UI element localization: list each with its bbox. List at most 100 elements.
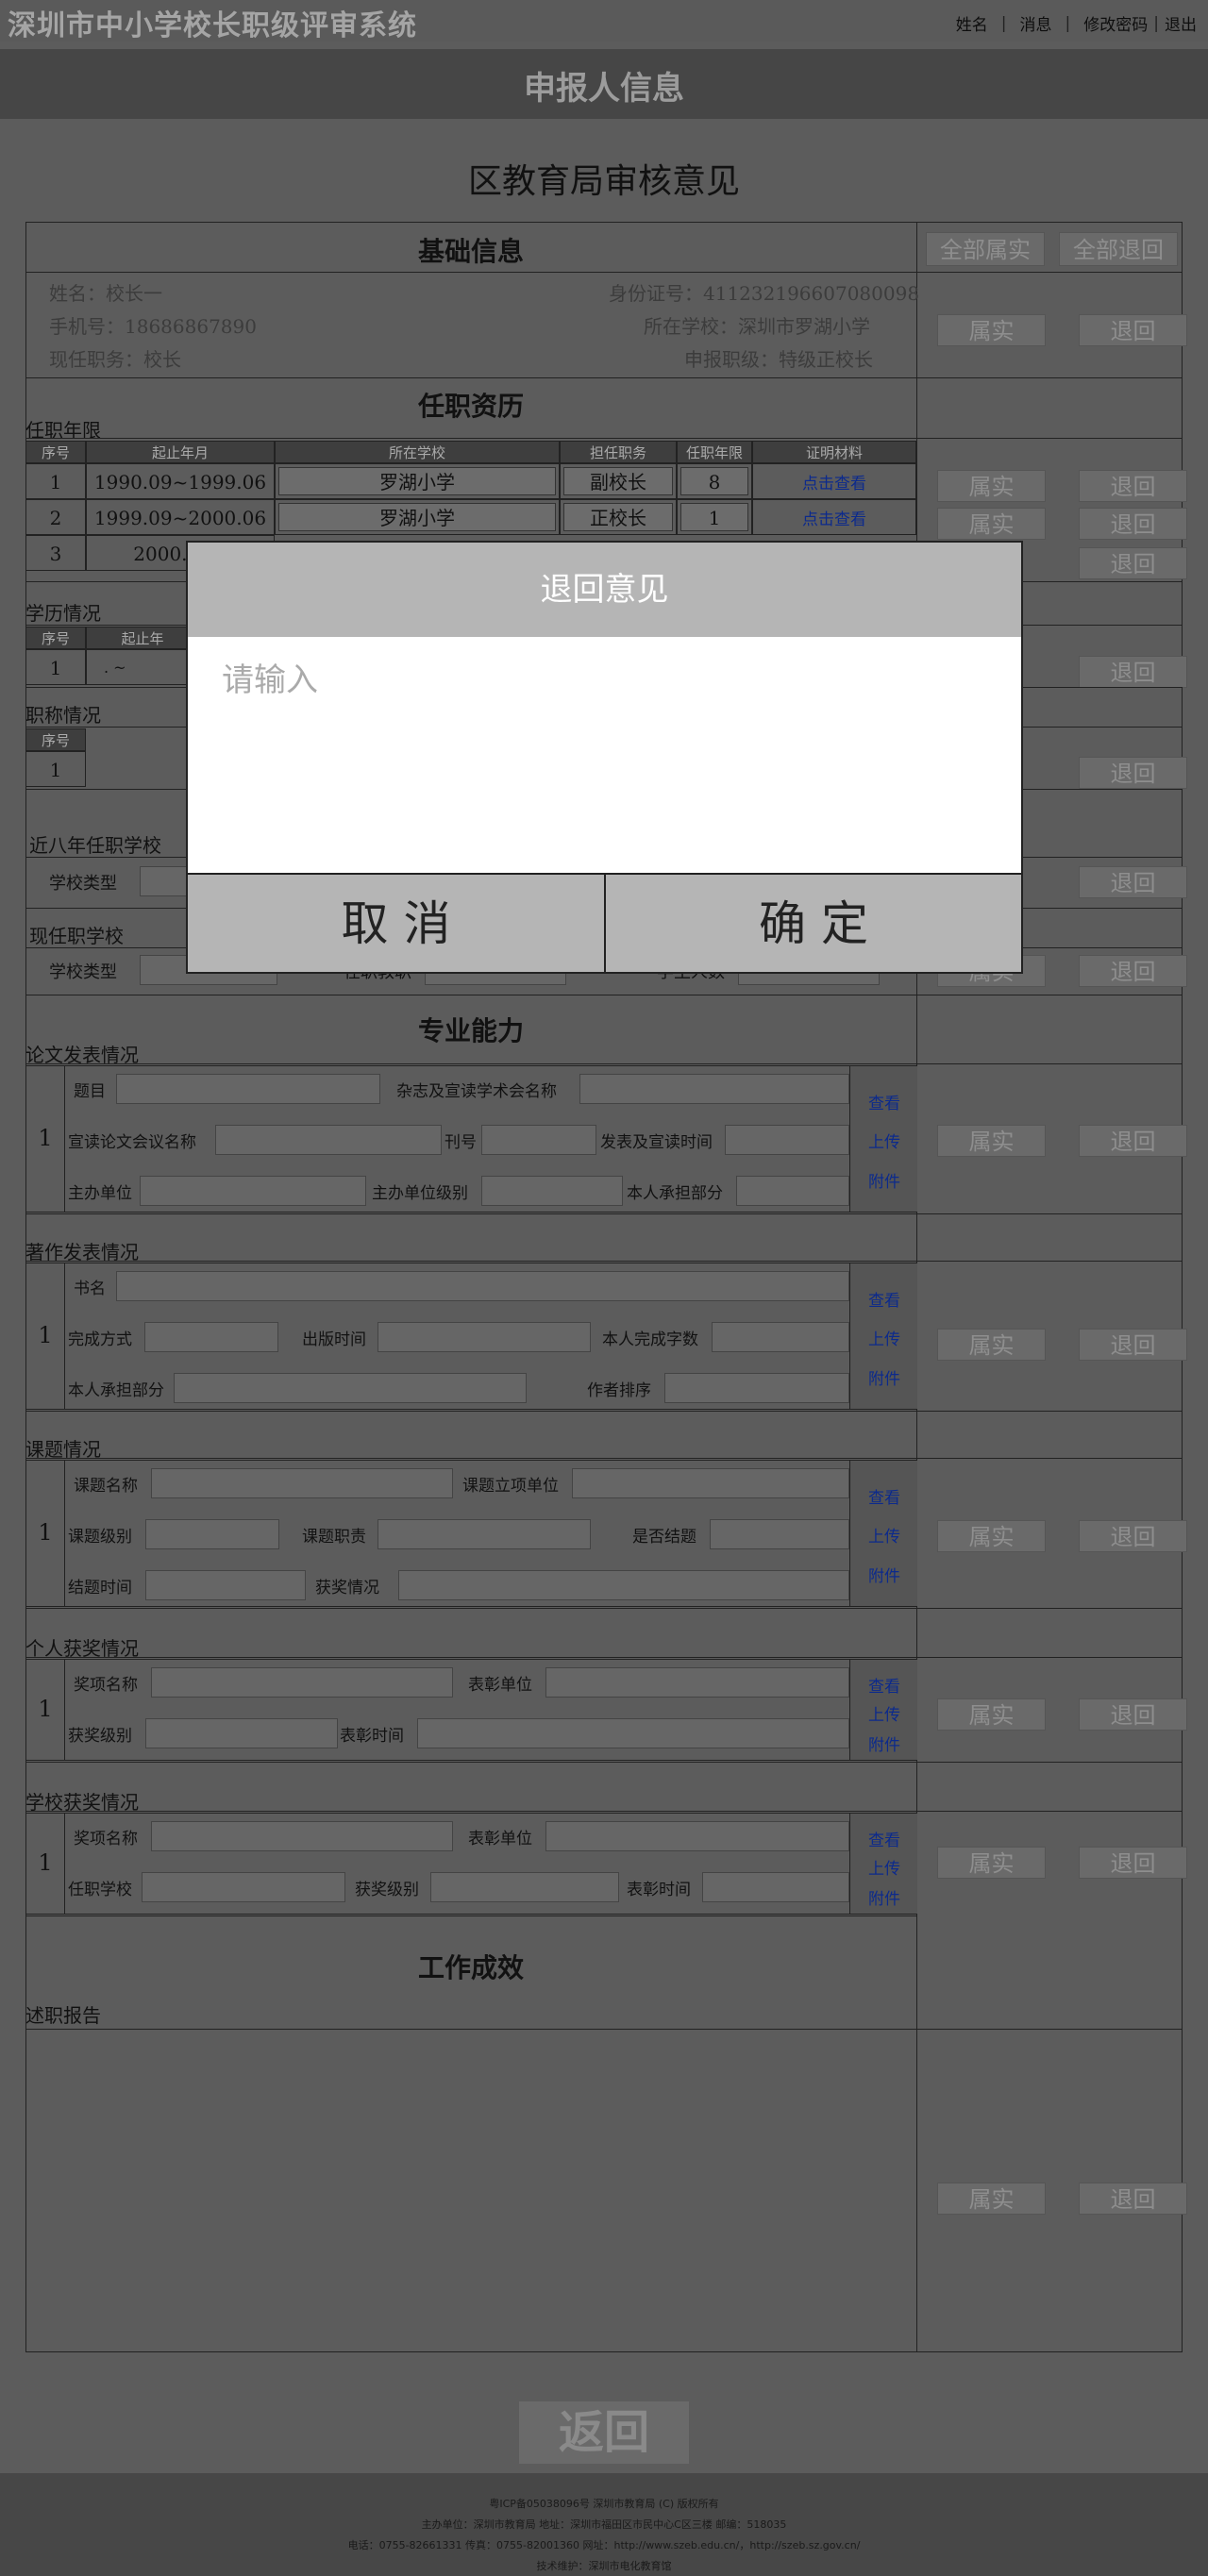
return-button[interactable]: 退回 <box>1079 1125 1187 1157</box>
book-mode-field[interactable] <box>144 1322 278 1352</box>
confirm-button[interactable]: 属实 <box>937 508 1046 540</box>
award-name-field[interactable] <box>151 1821 453 1851</box>
confirm-button[interactable]: 属实 <box>937 1520 1046 1552</box>
return-button[interactable]: 退回 <box>1079 314 1187 346</box>
return-button[interactable]: 退回 <box>1079 547 1187 579</box>
eight-years-subtitle: 近八年任职学校 <box>29 834 161 857</box>
all-return-button[interactable]: 全部退回 <box>1059 232 1178 266</box>
divider <box>64 1660 65 1760</box>
topic-unit-field[interactable] <box>572 1468 849 1498</box>
view-proof-link[interactable]: 点击查看 <box>802 475 866 493</box>
attach-link[interactable]: 附件 <box>850 1885 918 1909</box>
upload-link[interactable]: 上传 <box>850 1523 918 1547</box>
topic-role-field[interactable] <box>378 1519 591 1549</box>
topic-level-field[interactable] <box>145 1519 279 1549</box>
topic-block: 1 课题名称 课题立项单位 课题级别 课题职责 是否结题 结题时间 获奖情况 查… <box>25 1460 918 1607</box>
row-school-value: 罗湖小学 <box>278 467 556 495</box>
cancel-button[interactable]: 取 消 <box>188 875 604 974</box>
award-level-field[interactable] <box>430 1872 619 1902</box>
attach-link[interactable]: 附件 <box>850 1563 918 1586</box>
award-time-field[interactable] <box>702 1872 849 1902</box>
book-part-field[interactable] <box>174 1373 527 1403</box>
confirm-button[interactable]: 属实 <box>937 2183 1046 2215</box>
topic-end-field[interactable] <box>145 1570 306 1600</box>
personal-award-no: 1 <box>38 1696 53 1722</box>
award-unit-field[interactable] <box>545 1821 849 1851</box>
view-link[interactable]: 查看 <box>850 1287 918 1311</box>
row-proof: 点击查看 <box>752 463 916 499</box>
return-button[interactable]: 退回 <box>1079 757 1187 789</box>
view-proof-link[interactable]: 点击查看 <box>802 510 866 529</box>
divider <box>25 377 1183 378</box>
footer-contact: 电话：0755-82661331 传真：0755-82001360 网址：htt… <box>347 2539 861 2551</box>
confirm-button[interactable]: 属实 <box>937 1125 1046 1157</box>
paper-title-field[interactable] <box>116 1074 380 1104</box>
paper-conf-field[interactable] <box>215 1125 442 1155</box>
nav-logout[interactable]: 退出 <box>1165 11 1197 35</box>
back-button[interactable]: 返回 <box>519 2401 689 2464</box>
th-role: 担任职务 <box>560 441 677 463</box>
footer-address: 主办单位：深圳市教育局 地址：深圳市福田区市民中心C区三楼 邮编：518035 <box>421 2518 787 2531</box>
nav-change-password[interactable]: 修改密码 <box>1083 11 1148 35</box>
book-words-field[interactable] <box>712 1322 849 1352</box>
nav-messages[interactable]: 消息 <box>1020 11 1052 35</box>
attach-link[interactable]: 附件 <box>850 1731 918 1755</box>
all-confirm-button[interactable]: 全部属实 <box>926 232 1045 266</box>
confirm-button[interactable]: 属实 <box>937 470 1046 502</box>
topic-done-field[interactable] <box>710 1519 849 1549</box>
award-time-field[interactable] <box>417 1718 849 1748</box>
school-award-no: 1 <box>38 1849 53 1876</box>
paper-issue-field[interactable] <box>481 1125 596 1155</box>
divider <box>25 1213 1183 1214</box>
confirm-button[interactable]: 属实 <box>937 1847 1046 1879</box>
view-link[interactable]: 查看 <box>850 1827 918 1850</box>
award-level-field[interactable] <box>145 1718 338 1748</box>
th-period: 起止年月 <box>86 441 275 463</box>
paper-part-field[interactable] <box>736 1176 849 1206</box>
paper-mag-field[interactable] <box>579 1074 849 1104</box>
view-link[interactable]: 查看 <box>850 1673 918 1697</box>
award-school-field[interactable] <box>142 1872 345 1902</box>
confirm-button[interactable]: 属实 <box>937 1698 1046 1731</box>
opinion-input[interactable] <box>188 637 1021 873</box>
award-name-field[interactable] <box>151 1667 453 1698</box>
book-pub-field[interactable] <box>378 1322 591 1352</box>
row-period: 1999.09~2000.06 <box>86 499 275 535</box>
return-button[interactable]: 退回 <box>1079 955 1187 987</box>
ok-button[interactable]: 确 定 <box>606 875 1021 974</box>
return-button[interactable]: 退回 <box>1079 470 1187 502</box>
upload-link[interactable]: 上传 <box>850 1129 918 1152</box>
return-button[interactable]: 退回 <box>1079 1847 1187 1879</box>
nav-username[interactable]: 姓名 <box>956 11 988 35</box>
paper-time-field[interactable] <box>725 1125 849 1155</box>
confirm-button[interactable]: 属实 <box>937 1329 1046 1361</box>
row-years-value: 1 <box>680 503 748 531</box>
section-header-title: 申报人信息 <box>524 70 684 108</box>
paper-part-label: 本人承担部分 <box>627 1184 723 1203</box>
award-unit-field[interactable] <box>545 1667 849 1698</box>
book-name-field[interactable] <box>116 1271 849 1301</box>
view-link[interactable]: 查看 <box>850 1484 918 1508</box>
paper-org-field[interactable] <box>140 1176 366 1206</box>
book-rank-field[interactable] <box>664 1373 849 1403</box>
return-button[interactable]: 退回 <box>1079 866 1187 898</box>
upload-link[interactable]: 上传 <box>850 1701 918 1725</box>
confirm-button[interactable]: 属实 <box>937 314 1046 346</box>
topic-award-field[interactable] <box>398 1570 849 1600</box>
return-button[interactable]: 退回 <box>1079 656 1187 688</box>
divider <box>25 1915 916 1916</box>
view-link[interactable]: 查看 <box>850 1090 918 1113</box>
return-button[interactable]: 退回 <box>1079 1520 1187 1552</box>
book-pub-label: 出版时间 <box>302 1330 366 1349</box>
book-mode-label: 完成方式 <box>68 1330 132 1349</box>
upload-link[interactable]: 上传 <box>850 1855 918 1879</box>
attach-link[interactable]: 附件 <box>850 1168 918 1192</box>
return-button[interactable]: 退回 <box>1079 508 1187 540</box>
return-button[interactable]: 退回 <box>1079 1698 1187 1731</box>
return-button[interactable]: 退回 <box>1079 2183 1187 2215</box>
paper-orglvl-field[interactable] <box>481 1176 623 1206</box>
topic-name-field[interactable] <box>151 1468 453 1498</box>
return-button[interactable]: 退回 <box>1079 1329 1187 1361</box>
upload-link[interactable]: 上传 <box>850 1326 918 1349</box>
attach-link[interactable]: 附件 <box>850 1365 918 1389</box>
